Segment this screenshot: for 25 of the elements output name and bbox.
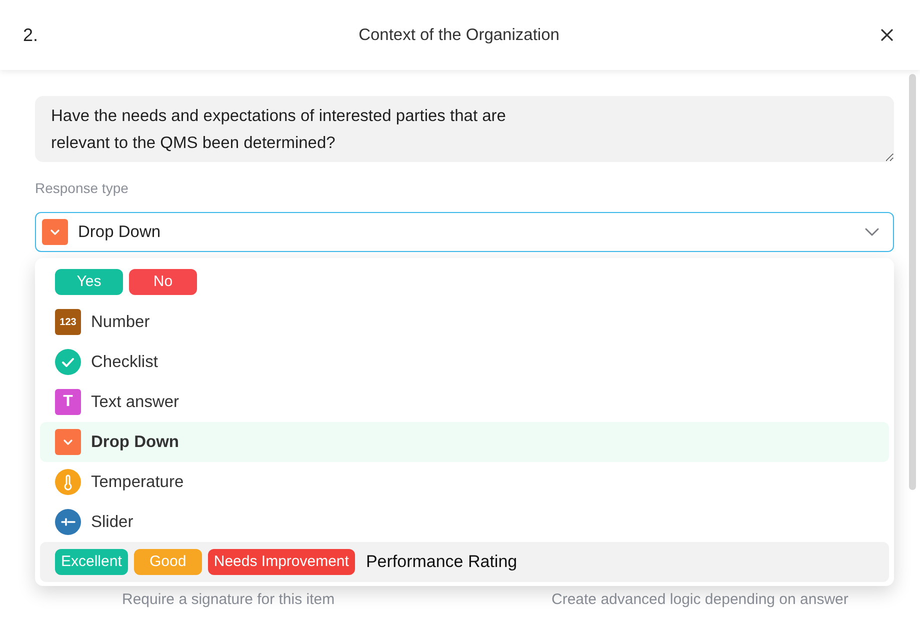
t-letter-icon: T — [55, 389, 81, 415]
answer-badge: Excellent — [55, 549, 128, 575]
question-number: 2. — [23, 24, 38, 46]
dropdown-option[interactable]: Drop Down — [40, 422, 889, 462]
dropdown-option[interactable]: 123 Number — [40, 302, 889, 342]
dropdown-option[interactable]: Temperature — [40, 462, 889, 502]
setting-description: Create advanced logic depending on answer — [552, 591, 848, 608]
answer-badge: Good — [134, 549, 202, 575]
setting-description: Require a signature for this item — [122, 591, 335, 608]
response-type-select[interactable]: Drop Down — [35, 212, 894, 252]
close-icon — [881, 29, 893, 41]
scrollbar-thumb[interactable] — [909, 74, 916, 490]
close-button[interactable] — [879, 27, 895, 43]
dropdown-option[interactable]: T Text answer — [40, 382, 889, 422]
response-type-label: Response type — [35, 179, 128, 198]
answer-badge: No — [129, 269, 197, 295]
dropdown-option[interactable]: Yes No — [40, 262, 889, 302]
number-icon: 123 — [55, 309, 81, 335]
answer-badge: Needs Improvement — [208, 549, 355, 575]
question-field[interactable]: Have the needs and expectations of interested parties that are relevant to the QMS been determined? — [35, 96, 894, 162]
dropdown-option[interactable]: Excellent Good Needs Improvement Performance Rating — [40, 542, 889, 582]
dropdown-option[interactable]: Checklist — [40, 342, 889, 382]
answer-badge: Yes — [55, 269, 123, 295]
dialog-title: Context of the Organization — [358, 24, 560, 46]
dropdown-option[interactable]: Slider — [40, 502, 889, 542]
